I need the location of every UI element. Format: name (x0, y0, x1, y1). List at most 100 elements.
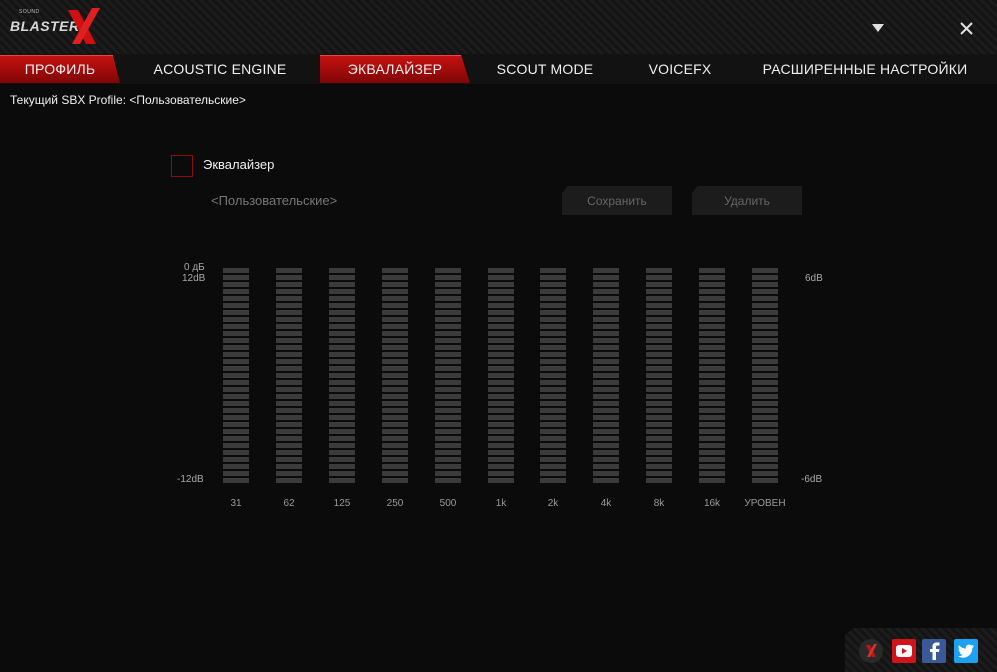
band-segment (329, 429, 355, 434)
band-segment (488, 457, 514, 462)
equalizer-band-slider[interactable] (435, 267, 461, 491)
band-segment (646, 268, 672, 273)
equalizer-band-slider[interactable] (752, 267, 778, 491)
band-segment (593, 289, 619, 294)
band-segment (540, 373, 566, 378)
delete-button[interactable]: Удалить (692, 186, 802, 215)
equalizer-band-slider[interactable] (382, 267, 408, 491)
tab-acoustic-engine[interactable]: ACOUSTIC ENGINE (130, 55, 310, 83)
band-segment (593, 429, 619, 434)
band-segment (329, 366, 355, 371)
band-segment (382, 268, 408, 273)
band-segment (435, 471, 461, 476)
band-segment (435, 387, 461, 392)
band-segment (382, 310, 408, 315)
equalizer-band-slider[interactable] (329, 267, 355, 491)
band-segment (382, 373, 408, 378)
band-segment (540, 450, 566, 455)
equalizer-band-slider[interactable] (540, 267, 566, 491)
twitter-icon[interactable] (954, 639, 978, 663)
band-segment (646, 457, 672, 462)
equalizer-band-slider[interactable] (276, 267, 302, 491)
equalizer-band-slider[interactable] (699, 267, 725, 491)
band-segment (646, 310, 672, 315)
band-segment (435, 366, 461, 371)
youtube-icon[interactable] (892, 639, 916, 663)
band-segment (752, 317, 778, 322)
band-segment (699, 268, 725, 273)
band-segment (488, 436, 514, 441)
band-segment (435, 394, 461, 399)
band-segment (276, 296, 302, 301)
band-segment (276, 331, 302, 336)
band-segment (382, 387, 408, 392)
tab-voicefx[interactable]: VOICEFX (620, 55, 740, 83)
band-segment (752, 471, 778, 476)
band-segment (435, 401, 461, 406)
band-segment (329, 373, 355, 378)
band-segment (699, 324, 725, 329)
equalizer-band-slider[interactable] (223, 267, 249, 491)
band-segment (382, 436, 408, 441)
band-segment (593, 268, 619, 273)
band-segment (435, 443, 461, 448)
band-segment (223, 296, 249, 301)
band-segment (752, 345, 778, 350)
tab-equalizer[interactable]: ЭКВАЛАЙЗЕР (320, 55, 470, 83)
band-frequency-label: 16k (703, 498, 721, 509)
band-segment (329, 436, 355, 441)
band-segment (382, 457, 408, 462)
facebook-icon[interactable] (922, 639, 946, 663)
band-segment (752, 478, 778, 483)
band-segment (276, 436, 302, 441)
band-segment (593, 338, 619, 343)
band-segment (488, 387, 514, 392)
band-segment (646, 289, 672, 294)
band-frequency-label: 62 (283, 498, 295, 509)
tab-advanced-settings[interactable]: РАСШИРЕННЫЕ НАСТРОЙКИ (748, 55, 982, 83)
soundblaster-x-icon[interactable] (859, 639, 883, 663)
band-segment (223, 324, 249, 329)
right-axis-top-label: 6dB (805, 273, 823, 284)
band-segment (540, 394, 566, 399)
band-segment (593, 394, 619, 399)
minimize-button[interactable] (864, 14, 892, 42)
band-segment (329, 268, 355, 273)
band-segment (752, 289, 778, 294)
band-segment (699, 289, 725, 294)
band-segment (223, 359, 249, 364)
band-segment (699, 429, 725, 434)
band-segment (699, 415, 725, 420)
band-segment (223, 436, 249, 441)
band-segment (593, 464, 619, 469)
band-segment (752, 268, 778, 273)
band-segment (435, 317, 461, 322)
equalizer-enable-checkbox[interactable] (171, 155, 193, 177)
band-segment (223, 387, 249, 392)
band-segment (752, 338, 778, 343)
band-segment (699, 310, 725, 315)
band-segment (699, 352, 725, 357)
band-segment (488, 471, 514, 476)
band-segment (435, 352, 461, 357)
band-segment (540, 289, 566, 294)
equalizer-band-slider[interactable] (488, 267, 514, 491)
band-segment (593, 471, 619, 476)
band-segment (540, 471, 566, 476)
save-button[interactable]: Сохранить (562, 186, 672, 215)
band-segment (540, 415, 566, 420)
preset-name-field[interactable]: <Пользовательские> (211, 193, 337, 208)
equalizer-band-slider[interactable] (593, 267, 619, 491)
band-segment (276, 345, 302, 350)
close-button[interactable] (952, 14, 980, 42)
title-bar: SOUND BLASTER (0, 0, 997, 57)
tab-scout-mode[interactable]: SCOUT MODE (478, 55, 612, 83)
equalizer-band-slider[interactable] (646, 267, 672, 491)
band-segment (435, 289, 461, 294)
band-segment (593, 352, 619, 357)
tab-profile[interactable]: ПРОФИЛЬ (0, 55, 120, 83)
band-segment (646, 422, 672, 427)
band-segment (488, 401, 514, 406)
band-segment (540, 345, 566, 350)
band-segment (593, 457, 619, 462)
